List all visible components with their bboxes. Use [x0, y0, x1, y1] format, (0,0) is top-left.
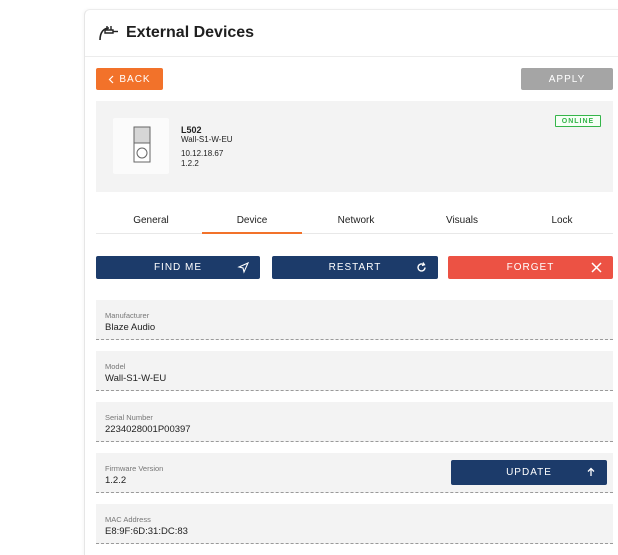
update-label: UPDATE: [506, 467, 552, 478]
header-divider: [85, 56, 618, 57]
field-serial-number: Serial Number 2234028001P00397: [96, 402, 613, 442]
forget-label: FORGET: [506, 262, 555, 273]
field-label: MAC Address: [105, 515, 151, 524]
restart-label: RESTART: [328, 262, 382, 273]
device-ip: 10.12.18.67: [181, 149, 224, 158]
close-icon: [591, 262, 602, 273]
tab-bar: General Device Network Visuals Lock: [96, 210, 613, 234]
device-model: Wall-S1-W-EU: [181, 135, 233, 144]
device-version: 1.2.2: [181, 159, 199, 168]
find-me-button[interactable]: FIND ME: [96, 256, 260, 279]
update-button[interactable]: UPDATE: [451, 460, 607, 485]
status-badge: ONLINE: [555, 115, 601, 127]
tab-network[interactable]: Network: [306, 210, 406, 234]
page-header: External Devices: [98, 24, 254, 42]
find-me-label: FIND ME: [153, 262, 203, 273]
tab-visuals[interactable]: Visuals: [416, 210, 508, 234]
field-label: Model: [105, 362, 126, 371]
apply-button[interactable]: APPLY: [521, 68, 613, 90]
field-model: Model Wall-S1-W-EU: [96, 351, 613, 391]
page-title: External Devices: [126, 24, 255, 41]
field-value: Blaze Audio: [105, 322, 156, 333]
device-name: L502: [181, 125, 202, 135]
forget-button[interactable]: FORGET: [448, 256, 613, 279]
tab-general[interactable]: General: [106, 210, 196, 234]
back-button-label: BACK: [119, 73, 151, 85]
device-thumbnail: [113, 118, 169, 174]
field-value: 1.2.2: [105, 475, 127, 486]
send-icon: [237, 261, 250, 274]
field-manufacturer: Manufacturer Blaze Audio: [96, 300, 613, 340]
tab-device[interactable]: Device: [202, 210, 302, 234]
tab-lock[interactable]: Lock: [516, 210, 608, 234]
field-mac-address: MAC Address E8:9F:6D:31:DC:83: [96, 504, 613, 544]
wall-controller-icon: [133, 126, 151, 163]
back-button[interactable]: BACK: [96, 68, 163, 90]
field-value: Wall-S1-W-EU: [105, 373, 167, 384]
external-device-icon: [99, 26, 118, 41]
apply-button-label: APPLY: [548, 73, 586, 85]
field-label: Serial Number: [105, 413, 153, 422]
restart-button[interactable]: RESTART: [272, 256, 438, 279]
chevron-left-icon: [109, 75, 114, 83]
refresh-icon: [417, 262, 426, 272]
field-label: Manufacturer: [105, 311, 150, 320]
arrow-up-icon: [587, 467, 595, 476]
device-summary-panel: [96, 101, 613, 192]
device-info: L502 Wall-S1-W-EU 10.12.18.67 1.2.2: [181, 125, 233, 169]
field-label: Firmware Version: [105, 464, 164, 473]
field-value: 2234028001P00397: [105, 424, 191, 435]
field-value: E8:9F:6D:31:DC:83: [105, 526, 188, 537]
